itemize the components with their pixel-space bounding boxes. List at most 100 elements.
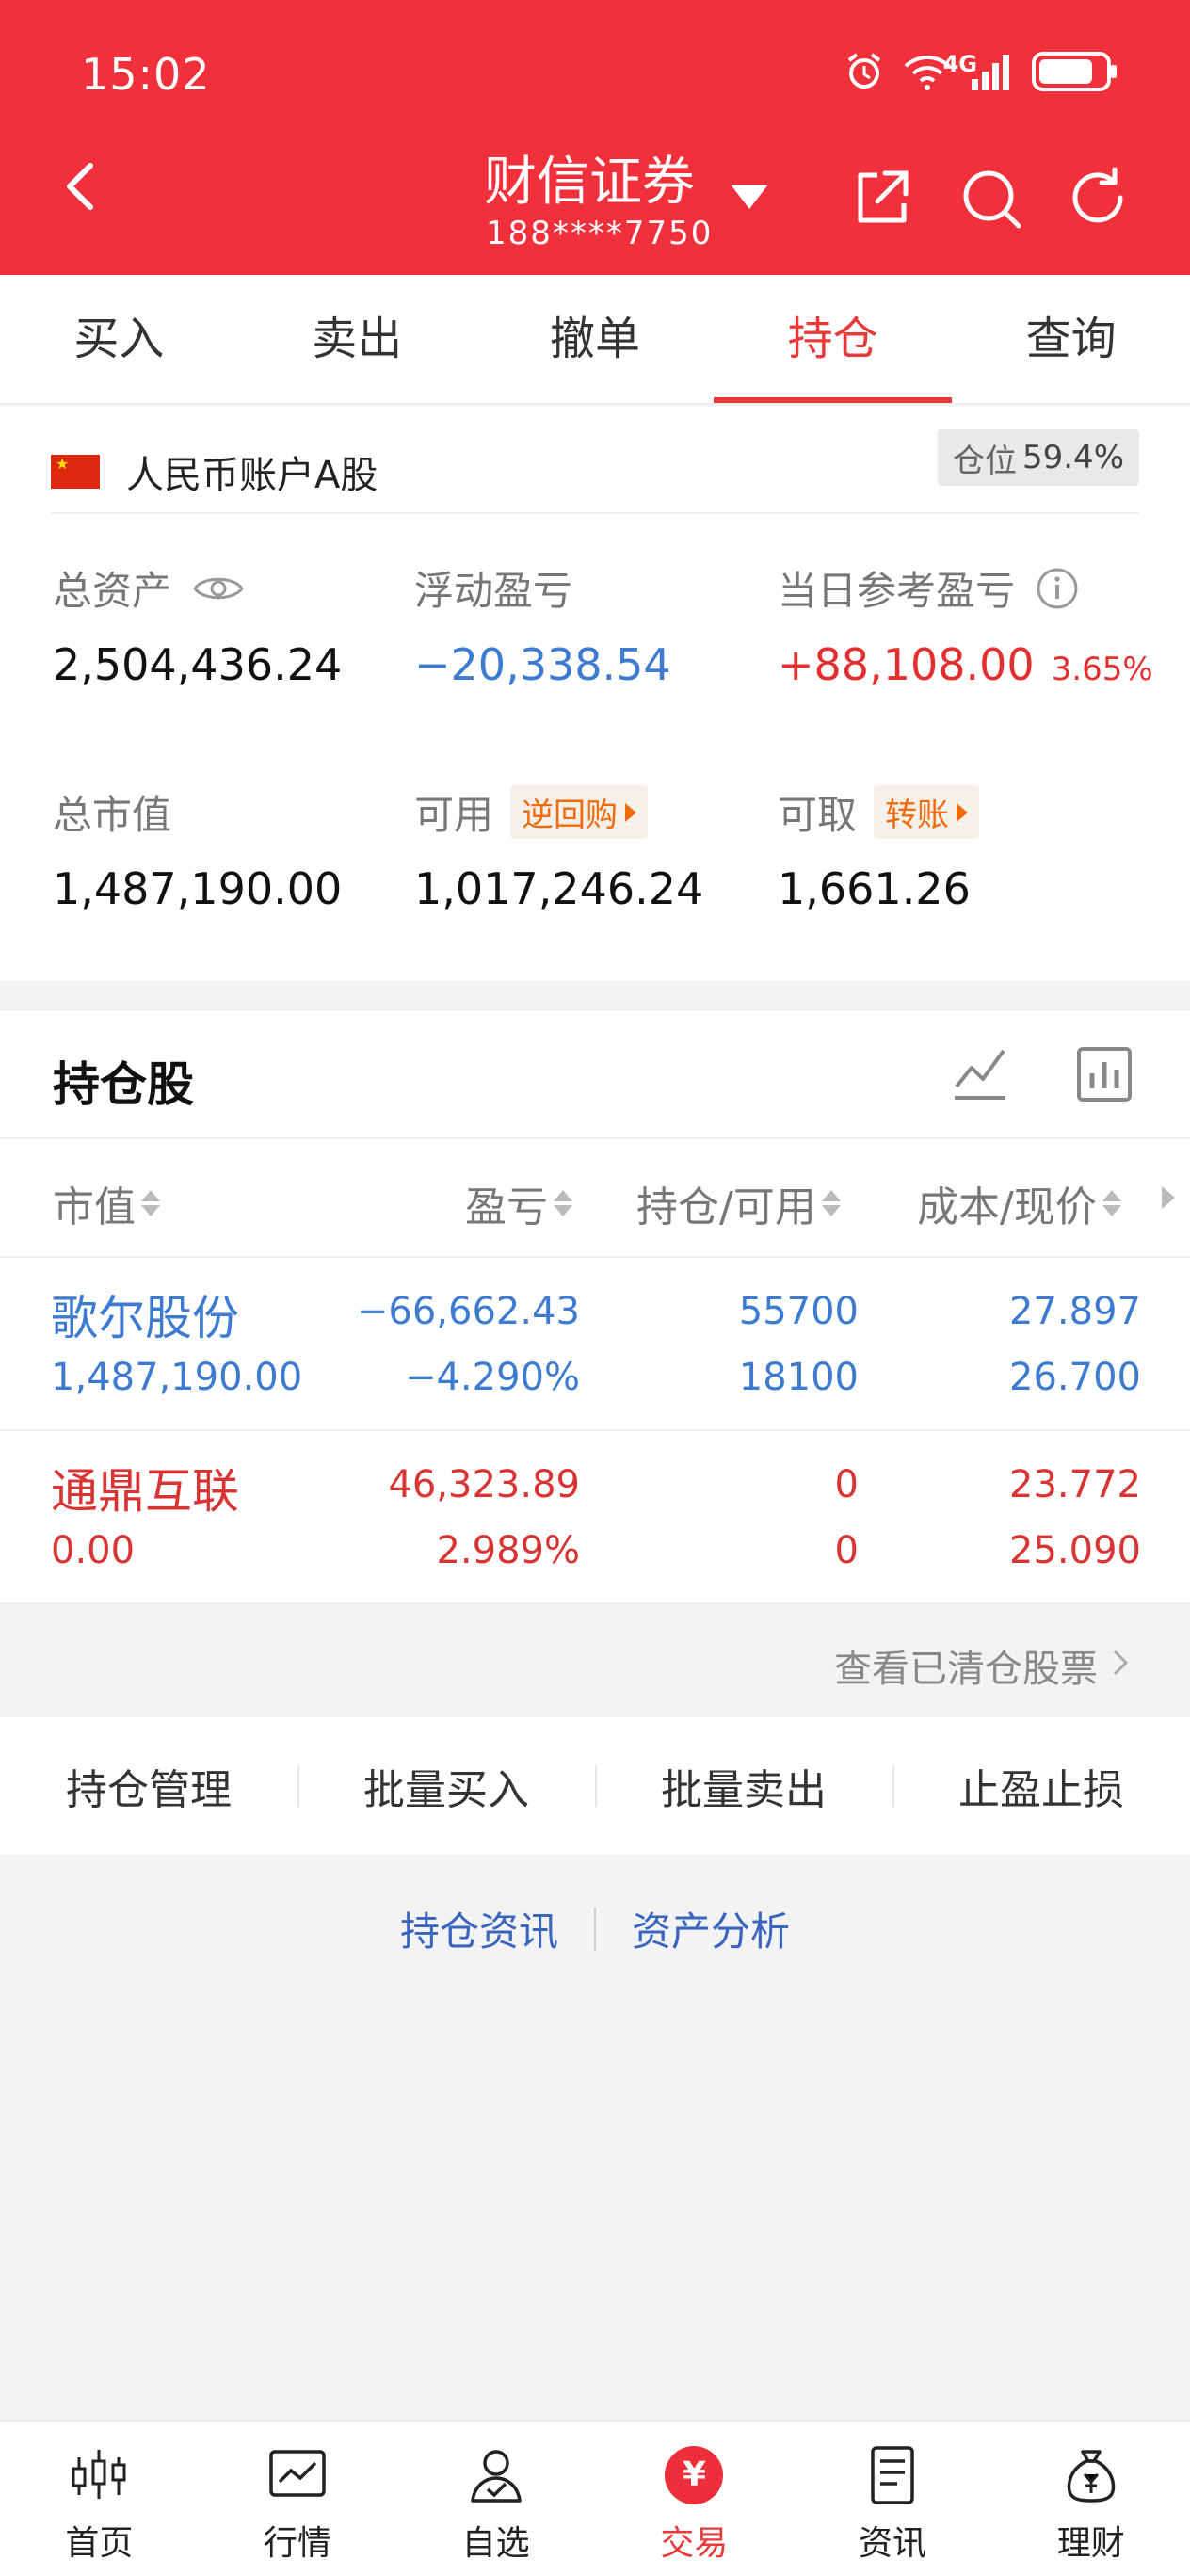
available-funds: 可用 逆回购 1,017,246.24 (414, 783, 703, 914)
news-icon (871, 2446, 914, 2504)
bar-chart-icon[interactable] (1075, 1045, 1134, 1103)
app-header: 15:02 4G 财信证券 188****7750 (0, 0, 1190, 275)
eye-icon[interactable] (192, 570, 245, 607)
column-cost-price[interactable]: 成本/现价 (917, 1173, 1121, 1233)
chevron-right-icon (625, 802, 637, 822)
daily-pl-label: 当日参考盈亏 (778, 568, 1016, 614)
bottom-navigation: 首页 行情 自选 ¥ 交易 资讯 理财 (0, 2420, 1190, 2576)
reverse-repo-label: 逆回购 (522, 797, 619, 834)
stock-name: 通鼎互联 (51, 1464, 239, 1519)
withdrawable-funds: 可取 转账 1,661.26 (778, 783, 980, 914)
asset-analysis-link[interactable]: 资产分析 (632, 1900, 790, 1957)
nav-label: 行情 (264, 2524, 332, 2563)
tab-buy[interactable]: 买入 (0, 275, 238, 403)
stock-available: 0 (834, 1529, 859, 1572)
table-row[interactable]: 歌尔股份 1,487,190.00 −66,662.43 −4.290% 557… (0, 1258, 1190, 1431)
position-value: 59.4% (1021, 439, 1124, 476)
stock-price: 26.700 (1009, 1356, 1141, 1399)
stock-price: 25.090 (1009, 1529, 1141, 1572)
holdings-column-header: 市值 盈亏 持仓/可用 成本/现价 (0, 1139, 1190, 1258)
info-icon[interactable] (1036, 567, 1079, 610)
available-value: 1,017,246.24 (414, 863, 704, 914)
tab-holdings[interactable]: 持仓 (714, 275, 952, 403)
nav-trade[interactable]: ¥ 交易 (595, 2422, 794, 2576)
nav-home[interactable]: 首页 (0, 2422, 199, 2576)
market-value-label: 总市值 (53, 792, 172, 838)
stock-pl: −66,662.43 (356, 1290, 580, 1333)
line-chart-icon[interactable] (951, 1045, 1009, 1103)
refresh-icon[interactable] (1066, 166, 1132, 232)
total-assets-value: 2,504,436.24 (53, 639, 343, 690)
tab-query[interactable]: 查询 (952, 275, 1190, 403)
column-label: 盈亏 (465, 1183, 548, 1232)
nav-watchlist[interactable]: 自选 (396, 2422, 595, 2576)
batch-buy-button[interactable]: 批量买入 (298, 1756, 595, 1816)
batch-sell-button[interactable]: 批量卖出 (595, 1756, 892, 1816)
reverse-repo-button[interactable]: 逆回购 (510, 785, 649, 839)
nav-finance[interactable]: 理财 (991, 2422, 1190, 2576)
floating-pl: 浮动盈亏 −20,338.54 (414, 559, 671, 690)
china-flag-icon: ★ (51, 455, 100, 489)
share-icon[interactable] (849, 166, 915, 232)
withdrawable-label: 可取 (778, 792, 858, 838)
tab-sell[interactable]: 卖出 (238, 275, 476, 403)
transfer-label: 转账 (885, 797, 950, 834)
candlestick-icon (72, 2450, 126, 2499)
stock-pl-percent: 2.989% (436, 1529, 580, 1572)
cleared-stocks-link[interactable]: 查看已清仓股票 (0, 1610, 1190, 1717)
market-value-value: 1,487,190.00 (53, 863, 343, 914)
withdrawable-value: 1,661.26 (778, 863, 971, 914)
stock-pl: 46,323.89 (388, 1463, 580, 1506)
stock-available: 18100 (738, 1356, 859, 1399)
column-label: 成本/现价 (917, 1183, 1097, 1232)
manage-holdings-button[interactable]: 持仓管理 (0, 1756, 298, 1816)
account-number[interactable]: 188****7750 (486, 215, 713, 252)
tab-cancel-order[interactable]: 撤单 (476, 275, 715, 403)
stock-holding: 0 (834, 1463, 859, 1506)
holdings-title-row: 持仓股 (0, 1011, 1190, 1139)
sort-icon (554, 1190, 572, 1216)
stock-name: 歌尔股份 (51, 1291, 239, 1345)
take-profit-stop-loss-button[interactable]: 止盈止损 (892, 1756, 1190, 1816)
scroll-right-icon[interactable] (1162, 1186, 1175, 1209)
transfer-button[interactable]: 转账 (874, 785, 980, 839)
sort-icon (141, 1190, 160, 1216)
status-time: 15:02 (81, 49, 211, 100)
divider (594, 1907, 596, 1951)
column-market-value[interactable]: 市值 (53, 1173, 160, 1233)
nav-label: 首页 (65, 2524, 134, 2563)
column-holding-available[interactable]: 持仓/可用 (636, 1173, 841, 1233)
position-ratio-badge: 仓位 59.4% (937, 429, 1139, 486)
holding-news-link[interactable]: 持仓资讯 (400, 1900, 558, 1957)
floating-pl-value: −20,338.54 (414, 639, 671, 690)
battery-icon (1032, 52, 1117, 91)
yen-icon: ¥ (665, 2446, 724, 2504)
nav-market[interactable]: 行情 (199, 2422, 397, 2576)
signal-icon (972, 55, 1009, 90)
account-label: 人民币账户A股 (126, 454, 378, 497)
holding-actions: 持仓管理 批量买入 批量卖出 止盈止损 (0, 1717, 1190, 1855)
nav-news[interactable]: 资讯 (794, 2422, 992, 2576)
daily-pl-value: +88,108.00 (778, 639, 1035, 690)
divider (51, 512, 1139, 514)
stock-holding: 55700 (738, 1290, 859, 1333)
account-row[interactable]: ★ 人民币账户A股 (51, 444, 378, 499)
stock-market-value: 0.00 (51, 1529, 136, 1572)
nav-label: 理财 (1056, 2524, 1125, 2563)
dropdown-caret-icon[interactable] (731, 185, 768, 209)
broker-title[interactable]: 财信证券 (484, 139, 695, 216)
column-profit-loss[interactable]: 盈亏 (465, 1173, 572, 1233)
cleared-stocks-label: 查看已清仓股票 (834, 1648, 1098, 1691)
stock-market-value: 1,487,190.00 (51, 1356, 303, 1399)
back-button[interactable] (56, 160, 109, 213)
total-assets: 总资产 2,504,436.24 (53, 559, 342, 690)
user-check-icon (470, 2450, 522, 2503)
stock-cost: 23.772 (1009, 1463, 1141, 1506)
money-bag-icon (1067, 2450, 1115, 2503)
table-row[interactable]: 通鼎互联 0.00 46,323.89 2.989% 0 0 23.772 25… (0, 1431, 1190, 1604)
stock-pl-percent: −4.290% (404, 1356, 580, 1399)
holdings-title: 持仓股 (53, 1057, 194, 1112)
search-icon[interactable] (958, 166, 1024, 232)
nav-label: 自选 (461, 2524, 530, 2563)
nav-label: 交易 (660, 2524, 729, 2563)
